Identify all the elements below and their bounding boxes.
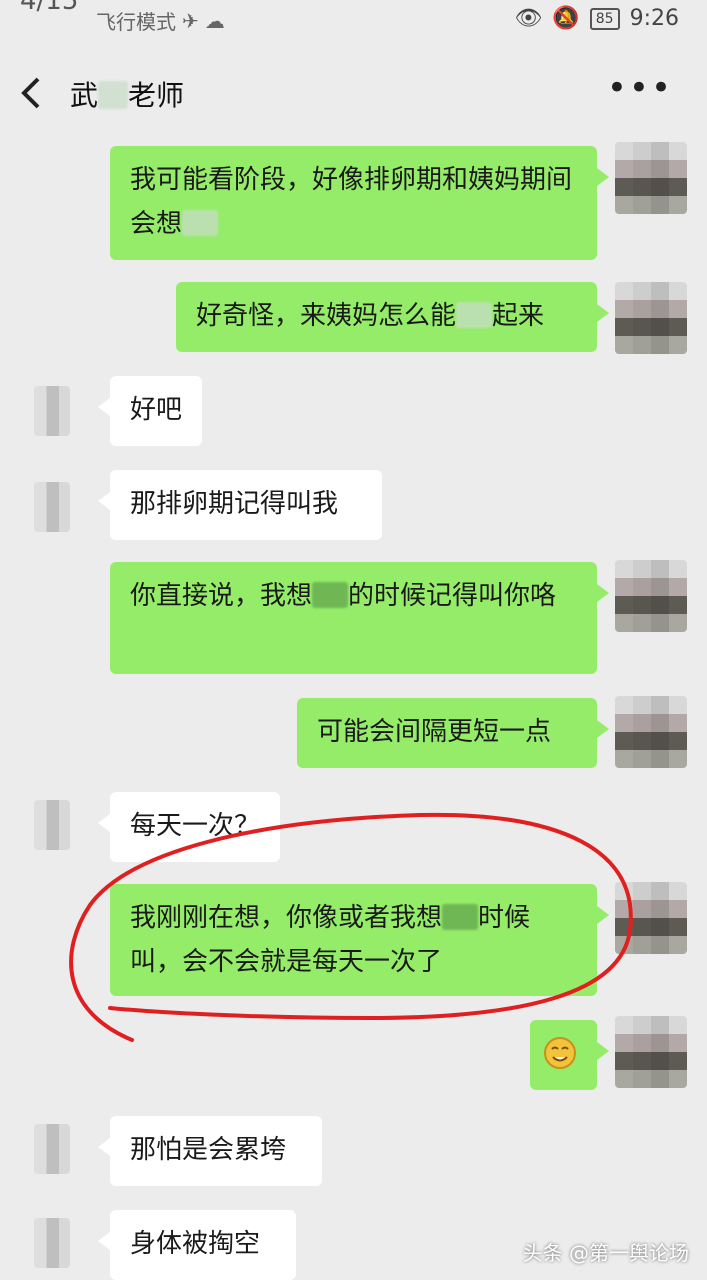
status-right: 👁 🔕 85 9:26 <box>514 6 679 31</box>
message-bubble-sent[interactable]: 你直接说，我想 的时候记得叫你咯 <box>110 562 609 674</box>
back-arrow-icon[interactable] <box>18 76 44 110</box>
message-text: 我刚刚在想，你像或者我想 <box>130 903 443 933</box>
message-bubble-sent[interactable]: 我刚刚在想，你像或者我想 时候叫，会不会就是每天一次了 <box>110 884 609 996</box>
self-avatar[interactable] <box>615 282 687 354</box>
censor-block <box>182 210 219 236</box>
message-text: 那排卵期记得叫我 <box>130 489 339 519</box>
censor-block <box>312 582 349 608</box>
message-text: 的时候记得叫你咯 <box>348 581 557 611</box>
censor-block <box>98 81 129 109</box>
airplane-mode-label: 飞行模式 <box>96 10 176 34</box>
status-left: 飞行模式 ✈ ☁ <box>96 6 225 35</box>
self-avatar[interactable] <box>615 142 687 214</box>
self-avatar[interactable] <box>615 696 687 768</box>
watermark: 头条 @第一舆论场 <box>522 1241 689 1265</box>
battery-icon: 85 <box>589 7 620 30</box>
status-bar: 4/15 飞行模式 ✈ ☁ 👁 🔕 85 9:26 <box>0 0 707 42</box>
self-avatar[interactable] <box>615 560 687 632</box>
message-text: 好奇怪，来姨妈怎么能 <box>196 301 457 331</box>
message-bubble-received[interactable]: 身体被掏空 <box>98 1210 296 1280</box>
message-text: 起来 <box>492 301 545 331</box>
censor-block <box>456 302 493 328</box>
message-bubble-sent[interactable]: 我可能看阶段，好像排卵期和姨妈期间会想 <box>110 146 609 260</box>
self-avatar[interactable] <box>615 1016 687 1088</box>
airplane-icon: ✈ <box>182 8 199 33</box>
contact-avatar[interactable] <box>34 800 70 850</box>
eye-icon: 👁 <box>514 6 543 31</box>
chat-header: 武老师 ••• <box>0 58 707 130</box>
title-prefix: 武 <box>70 79 99 112</box>
message-text: 好吧 <box>130 395 183 425</box>
message-bubble-sent[interactable] <box>530 1020 609 1090</box>
message-bubble-sent[interactable]: 可能会间隔更短一点 <box>297 698 609 768</box>
message-bubble-received[interactable]: 那怕是会累垮 <box>98 1116 322 1186</box>
message-bubble-sent[interactable]: 好奇怪，来姨妈怎么能 起来 <box>176 282 609 352</box>
clock: 9:26 <box>629 6 679 31</box>
cloud-icon: ☁ <box>204 8 225 33</box>
contact-avatar[interactable] <box>34 482 70 532</box>
message-bubble-received[interactable]: 每天一次？ <box>98 792 280 862</box>
censor-block <box>442 904 479 930</box>
message-bubble-received[interactable]: 好吧 <box>98 376 202 446</box>
message-bubble-received[interactable]: 那排卵期记得叫我 <box>98 470 382 540</box>
contact-avatar[interactable] <box>34 386 70 436</box>
contact-avatar[interactable] <box>34 1124 70 1174</box>
message-text: 你直接说，我想 <box>130 581 313 611</box>
contact-avatar[interactable] <box>34 1218 70 1268</box>
message-text: 可能会间隔更短一点 <box>317 717 552 747</box>
message-text: 身体被掏空 <box>130 1229 261 1259</box>
message-text: 每天一次？ <box>130 811 261 841</box>
message-text: 那怕是会累垮 <box>130 1135 287 1165</box>
more-options-icon[interactable]: ••• <box>607 68 673 108</box>
bell-off-icon: 🔕 <box>552 6 580 31</box>
chat-title: 武老师 <box>70 74 184 114</box>
page-counter: 4/15 <box>20 0 79 16</box>
title-suffix: 老师 <box>128 79 185 112</box>
self-avatar[interactable] <box>615 882 687 954</box>
emoji-icon <box>544 1037 576 1069</box>
